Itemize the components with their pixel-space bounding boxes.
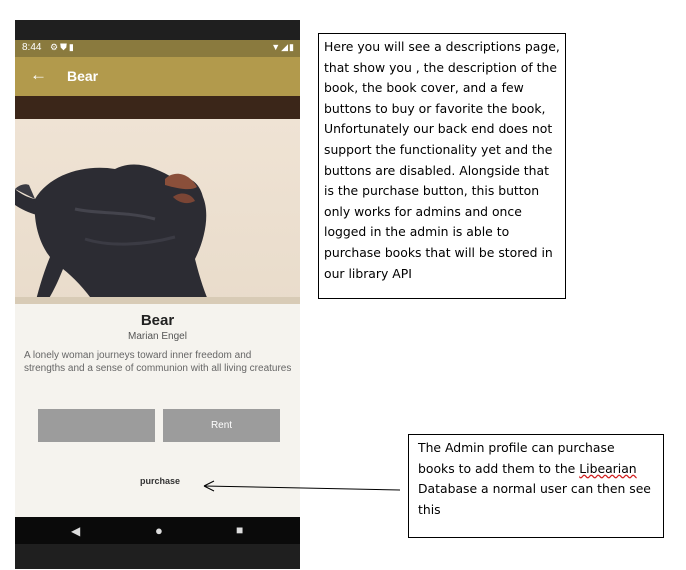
book-title: Bear bbox=[140, 312, 175, 329]
clipboard-icon: ▮ bbox=[68, 42, 76, 52]
book-description: A lonely woman journeys toward inner fre… bbox=[24, 350, 292, 374]
gear-icon: ⚙ bbox=[50, 42, 61, 52]
purchase-annotation: The Admin profile can purchase books to … bbox=[408, 434, 664, 538]
signal-icon: ◢ bbox=[281, 42, 290, 52]
status-left-icons: ⚙⛊▮ bbox=[50, 42, 76, 53]
battery-icon: ▮ bbox=[289, 42, 295, 52]
buy-button[interactable] bbox=[38, 409, 155, 442]
book-details: Bear Marian Engel A lonely woman journey… bbox=[15, 119, 300, 517]
status-right-icons: ▼◢▮ bbox=[271, 42, 295, 53]
arrow-left-icon[interactable]: ← bbox=[30, 65, 47, 85]
status-time: 8:44 bbox=[22, 42, 42, 53]
shield-icon: ⛊ bbox=[60, 42, 69, 52]
app-bar-title: Bear bbox=[67, 68, 99, 84]
app-bar: ← Bear bbox=[15, 57, 300, 96]
back-triangle-icon[interactable]: ◀ bbox=[71, 524, 80, 538]
android-nav-bar: ◀ ● ■ bbox=[15, 517, 300, 544]
book-author: Marian Engel bbox=[128, 331, 187, 342]
annotation-misspelled-word: Libearian bbox=[579, 460, 637, 476]
annotation-arrow bbox=[203, 480, 401, 492]
header-strip bbox=[15, 96, 300, 119]
book-cover-image bbox=[15, 119, 300, 304]
description-annotation: Here you will see a descriptions page, t… bbox=[318, 33, 566, 299]
status-bar: 8:44 ⚙⛊▮ ▼◢▮ bbox=[15, 40, 300, 57]
home-circle-icon[interactable]: ● bbox=[155, 523, 163, 538]
annotation-text: Database a normal user can then see this bbox=[418, 481, 651, 517]
wifi-icon: ▼ bbox=[271, 42, 282, 52]
recents-square-icon[interactable]: ■ bbox=[236, 523, 243, 537]
rent-button[interactable]: Rent bbox=[163, 409, 280, 442]
